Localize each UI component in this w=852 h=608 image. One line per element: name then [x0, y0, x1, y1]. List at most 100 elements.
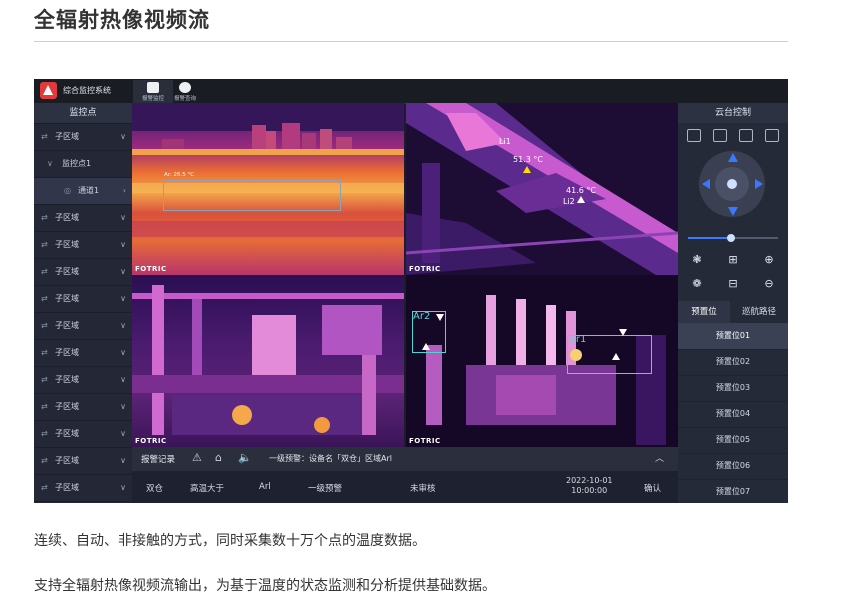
chevron-down-icon[interactable]: ∨ [120, 475, 126, 501]
expand-frame-icon[interactable] [739, 129, 753, 142]
min-temp-marker-icon [436, 314, 444, 321]
zoom-slider-fill [688, 237, 732, 239]
roi-area-ar[interactable] [163, 180, 341, 211]
sidebar-item-label: 子区域 [55, 267, 79, 276]
ptz-right-icon[interactable] [755, 179, 763, 189]
focus-frame-icon[interactable] [687, 129, 701, 142]
aperture-open-icon[interactable]: ❃ [690, 253, 704, 267]
preset-item[interactable]: 预置位06 [678, 453, 788, 480]
chevron-down-icon[interactable]: ∨ [120, 448, 126, 474]
max-temp-marker-icon [612, 353, 620, 360]
tab-cruise-path[interactable]: 巡航路径 [730, 301, 788, 323]
confirm-button[interactable]: 确认 [644, 482, 661, 494]
sidebar-item-region[interactable]: ⇄ 子区域 ∨ [34, 205, 132, 232]
ptz-up-icon[interactable] [728, 153, 738, 162]
nav-alarm-query-label: 报警查询 [173, 96, 196, 102]
preset-item[interactable]: 预置位05 [678, 427, 788, 454]
chevron-down-icon[interactable]: ∨ [120, 367, 126, 393]
sidebar-item-region[interactable]: ⇄ 子区域 ∨ [34, 313, 132, 340]
line-li2-label: Li2 [563, 197, 575, 206]
chevron-down-icon[interactable]: ∨ [120, 340, 126, 366]
chevron-up-icon[interactable]: ︿ [655, 451, 664, 464]
max-temp-marker-icon [422, 343, 430, 350]
chevron-down-icon[interactable]: ∨ [120, 313, 126, 339]
nav-alarm-query[interactable]: 报警查询 [165, 80, 205, 103]
chevron-down-icon[interactable]: ∨ [120, 205, 126, 231]
sidebar-item-label: 子区域 [55, 483, 79, 492]
monitoring-app: 综合监控系统 报警监控 报警查询 监控点 ⇄ 子区域 ∨ ∨ 监控点1 ◎ 通道1 › ⇄ 子区域… [34, 79, 788, 503]
focus-minus-icon[interactable]: ⊟ [726, 277, 740, 291]
sidebar-header: 监控点 [34, 103, 132, 124]
zoom-in-icon[interactable]: ⊕ [762, 253, 776, 267]
sidebar-item-monitor-point[interactable]: ∨ 监控点1 [34, 151, 132, 178]
zoom-out-icon[interactable]: ⊖ [762, 277, 776, 291]
alarm-message: 一级预警：设备名「双仓」区域Arl [269, 454, 392, 463]
speaker-icon[interactable]: 🔈 [238, 451, 252, 464]
alarm-level: 一级预警 [308, 484, 343, 494]
chevron-down-icon[interactable]: ∨ [120, 124, 126, 150]
chevron-down-icon[interactable]: ∨ [120, 502, 126, 503]
sidebar-item-region[interactable]: ⇄ 子区域 ∨ [34, 232, 132, 259]
ptz-left-icon[interactable] [702, 179, 710, 189]
sidebar-item-region[interactable]: ⇄ 子区域 ∨ [34, 475, 132, 502]
chevron-down-icon[interactable]: ∨ [120, 259, 126, 285]
chevron-right-icon[interactable]: › [123, 178, 126, 204]
video-feed-4[interactable]: Ar2 Ar1 FOTRIC [406, 275, 678, 447]
region-icon: ⇄ [41, 240, 48, 249]
sidebar-item-region[interactable]: ⇄ 子区域 ∨ [34, 259, 132, 286]
sidebar-item-label: 通道1 [78, 186, 100, 195]
chevron-down-icon[interactable]: ∨ [120, 421, 126, 447]
preset-item[interactable]: 预置位07 [678, 479, 788, 503]
region-icon: ⇄ [41, 483, 48, 492]
preset-item[interactable]: 预置位02 [678, 349, 788, 376]
video-feed-1[interactable]: Ar: 26.5 °C FOTRIC [132, 103, 404, 275]
region-icon: ⇄ [41, 294, 48, 303]
sidebar-item-region[interactable]: ⇄ 子区域 ∨ [34, 124, 132, 151]
sidebar-item-region[interactable]: ⇄ 子区域 ∨ [34, 448, 132, 475]
crop-frame-icon[interactable] [713, 129, 727, 142]
video-feed-2[interactable]: Li1 51.3 °C 41.6 °C Li2 FOTRIC [406, 103, 678, 275]
ptz-down-icon[interactable] [728, 207, 738, 216]
preset-item[interactable]: 预置位04 [678, 401, 788, 428]
region-icon: ⇄ [41, 267, 48, 276]
preset-item[interactable]: 预置位03 [678, 375, 788, 402]
sidebar-item-region[interactable]: ⇄ 子区域 ∨ [34, 421, 132, 448]
brand-watermark: FOTRIC [135, 437, 167, 445]
sidebar-item-region[interactable]: ⇄ 子区域 ∨ [34, 502, 132, 503]
aperture-close-icon[interactable]: ❁ [690, 277, 704, 291]
roi-area-ar2-label: Ar2 [413, 311, 431, 322]
brand-watermark: FOTRIC [135, 265, 167, 273]
ptz-center-button[interactable] [727, 179, 737, 189]
cube-icon [179, 82, 191, 93]
sidebar-item-label: 子区域 [55, 321, 79, 330]
alarm-light-icon[interactable]: ⌂ [215, 451, 222, 464]
sidebar-item-label: 子区域 [55, 429, 79, 438]
ptz-tabs: 预置位 巡航路径 [678, 301, 788, 323]
sidebar-item-region[interactable]: ⇄ 子区域 ∨ [34, 367, 132, 394]
focus-plus-icon[interactable]: ⊞ [726, 253, 740, 267]
video-feed-3[interactable]: FOTRIC [132, 275, 404, 447]
alarm-record-row[interactable]: 双仓 高温大于 Arl 一级预警 未审核 2022-10-01 10:00:00… [132, 471, 678, 503]
page-title: 全辐射热像视频流 [34, 8, 210, 32]
ptz-title: 云台控制 [678, 103, 788, 123]
sidebar-item-region[interactable]: ⇄ 子区域 ∨ [34, 340, 132, 367]
shrink-frame-icon[interactable] [765, 129, 779, 142]
zoom-slider-handle[interactable] [727, 234, 736, 242]
sidebar-item-label: 子区域 [55, 240, 79, 249]
sidebar-item-label: 监控点1 [62, 159, 92, 168]
chevron-down-icon[interactable]: ∨ [120, 394, 126, 420]
tab-presets[interactable]: 预置位 [678, 301, 730, 323]
sidebar-item-channel[interactable]: ◎ 通道1 › [34, 178, 132, 205]
sidebar-item-region[interactable]: ⇄ 子区域 ∨ [34, 394, 132, 421]
chevron-down-icon[interactable]: ∨ [120, 286, 126, 312]
sidebar-item-region[interactable]: ⇄ 子区域 ∨ [34, 286, 132, 313]
zoom-slider[interactable] [688, 234, 778, 242]
max-temp-marker-icon [577, 196, 585, 203]
sidebar-item-label: 子区域 [55, 213, 79, 222]
brand-watermark: FOTRIC [409, 437, 441, 445]
warning-icon[interactable]: ⚠ [192, 451, 202, 464]
chevron-down-icon[interactable]: ∨ [120, 232, 126, 258]
ptz-panel: 云台控制 ❃ ⊞ ⊕ ❁ ⊟ ⊖ 预置位 巡航路径 预置位01 预置位02 预置… [678, 103, 788, 503]
preset-item[interactable]: 预置位01 [678, 323, 788, 350]
sidebar-item-label: 子区域 [55, 348, 79, 357]
